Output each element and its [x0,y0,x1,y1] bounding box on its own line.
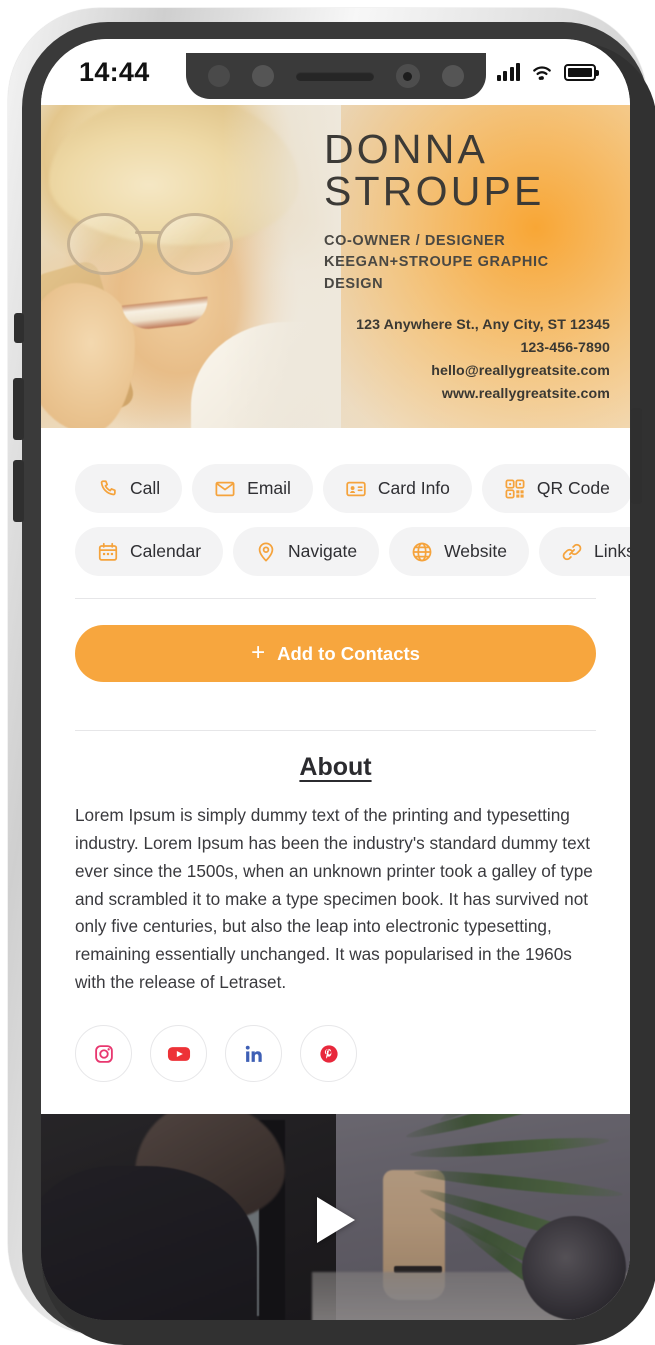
business-card-hero: DONNA STROUPE CO-OWNER / DESIGNER KEEGAN… [41,105,630,428]
qr-code-icon [505,479,525,498]
qr-code-button-label: QR Code [536,478,610,498]
email-button[interactable]: Email [192,464,313,513]
divider-below-cta [75,730,596,731]
add-to-contacts-label: Add to Contacts [277,642,420,664]
dot-projector-icon [441,65,464,87]
hero-phone: 123-456-7890 [520,340,610,356]
proximity-sensor-icon [207,65,230,87]
card-info-button-label: Card Info [377,478,450,498]
status-indicators [496,60,599,84]
mute-switch-button[interactable] [14,313,24,343]
pinterest-link[interactable] [300,1025,357,1083]
hero-address: 123 Anywhere St., Any City, ST 12345 [356,317,610,333]
youtube-link[interactable] [150,1025,207,1083]
plus-icon: + [251,638,266,666]
website-button-label: Website [444,541,508,561]
hero-first-name: DONNA [324,126,489,172]
instagram-icon [94,1044,113,1063]
about-body-text: Lorem Ipsum is simply dummy text of the … [75,805,593,993]
envelope-icon [215,481,235,496]
power-button[interactable] [631,408,642,504]
youtube-icon [167,1046,190,1061]
wifi-icon [533,66,551,80]
phone-icon [100,479,116,495]
page-content: Call Email Card Info QR Code Calendar Na… [41,428,630,1106]
phone-mockup: 14:44 DONNA STROUPE CO-OWNER / DESIGNER … [0,0,655,1345]
links-button[interactable]: Links [539,527,630,576]
front-camera-icon [395,64,420,88]
signal-bars-icon [496,63,520,81]
add-to-contacts-button[interactable]: + Add to Contacts [75,625,596,682]
linkedin-icon [245,1045,262,1062]
volume-up-button[interactable] [13,378,24,440]
email-button-label: Email [247,478,291,498]
pinterest-icon [319,1044,338,1063]
volume-down-button[interactable] [13,460,24,522]
quick-actions-row-2: Calendar Navigate Website Link [75,527,630,576]
navigate-button-label: Navigate [288,541,358,561]
phone-outer-frame: 14:44 DONNA STROUPE CO-OWNER / DESIGNER … [8,8,655,1345]
profile-photo [41,105,341,428]
battery-full-icon [564,63,599,81]
phone-screen: 14:44 DONNA STROUPE CO-OWNER / DESIGNER … [41,39,630,1320]
card-info-button[interactable]: Card Info [322,464,472,513]
status-time: 14:44 [79,56,150,87]
calendar-button-label: Calendar [130,541,202,561]
call-button[interactable]: Call [75,464,183,513]
link-icon [562,543,582,560]
website-button[interactable]: Website [389,527,530,576]
quick-actions: Call Email Card Info QR Code Calendar Na… [75,428,630,576]
map-pin-icon [258,542,274,561]
hero-website: www.reallygreatsite.com [441,386,610,402]
quick-actions-row-1: Call Email Card Info QR Code [75,464,630,513]
earpiece-speaker-icon [295,71,374,81]
hero-role-line-2: KEEGAN+STROUPE GRAPHIC DESIGN [324,254,549,293]
globe-icon [412,542,432,561]
navigate-button[interactable]: Navigate [233,527,380,576]
hero-role-line-1: CO-OWNER / DESIGNER [324,232,506,249]
linkedin-link[interactable] [225,1025,282,1083]
play-triangle-icon[interactable] [316,1197,355,1244]
instagram-link[interactable] [75,1025,132,1083]
links-button-label: Links [594,541,630,561]
calendar-button[interactable]: Calendar [75,527,224,576]
about-heading: About [299,753,372,781]
id-card-icon [346,481,366,496]
hero-email: hello@reallygreatsite.com [431,363,610,379]
hero-identity: DONNA STROUPE CO-OWNER / DESIGNER KEEGAN… [324,126,610,296]
calendar-icon [98,542,118,561]
video-thumbnail[interactable] [41,1114,630,1320]
cta-section: + Add to Contacts [75,599,596,708]
qr-code-button[interactable]: QR Code [481,464,630,513]
social-links [75,997,596,1106]
phone-notch [185,53,486,99]
hero-contact-details: 123 Anywhere St., Any City, ST 12345 123… [356,314,610,406]
hero-last-name: STROUPE [324,167,545,214]
ambient-light-sensor-icon [251,65,274,87]
call-button-label: Call [130,478,161,498]
